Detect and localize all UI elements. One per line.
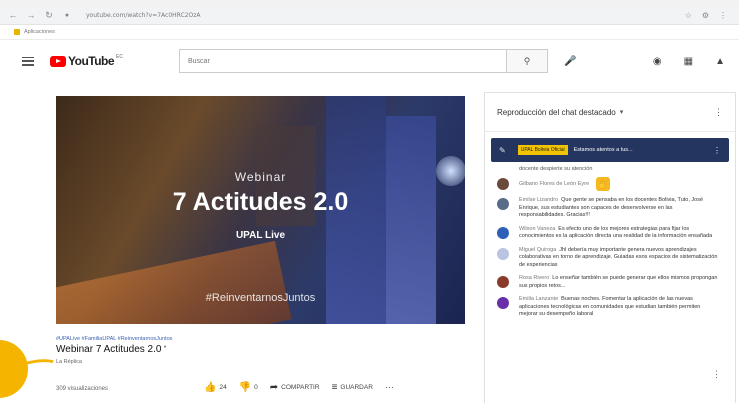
avatar (497, 178, 509, 190)
video-info: #UPALive #FamiliaUPAL #ReinventarnosJunt… (56, 336, 465, 365)
pinned-message[interactable]: ✎ UPAL Bolivia Oficial Estamos atentos a… (491, 138, 729, 162)
chat-continuation: docente despierte su atención (519, 166, 593, 172)
video-player[interactable]: Webinar 7 Actitudes 2.0 UPAL Live #Reinv… (56, 96, 465, 324)
thumb-down-icon: 👎 (238, 382, 252, 393)
like-count: 24 (219, 384, 227, 391)
save-button[interactable]: ≡ GUARDAR (332, 382, 373, 393)
video-overlay-hashtag: #ReinventarnosJuntos (205, 292, 316, 304)
video-hashtags[interactable]: #UPALive #FamiliaUPAL #ReinventarnosJunt… (56, 336, 465, 342)
dislike-button[interactable]: 👎 0 (239, 382, 258, 393)
chat-author[interactable]: Emilse Lizandro (519, 197, 558, 203)
video-title: Webinar 7 Actitudes 2.0 ● (56, 344, 465, 355)
video-overlay-title: 7 Actitudes 2.0 (172, 188, 349, 216)
pin-icon: ✎ (499, 145, 506, 155)
logo-text: YouTube (68, 54, 115, 68)
apps-bookmark-icon (14, 29, 20, 35)
chat-message-body: Emilia Lanzante Buenas noches. Fomentar l… (519, 296, 719, 319)
avatar (497, 297, 509, 309)
reload-icon[interactable]: ↻ (44, 10, 54, 21)
chat-message-body: Rosa Rivero Lo enseñar también se puede g… (519, 275, 719, 290)
chat-message[interactable]: Gilbano Flores de León Eyre ✋ (497, 177, 727, 191)
avatar (497, 247, 509, 260)
save-label: GUARDAR (340, 384, 373, 391)
browser-toolbar: ← → ↻ ● youtube.com/watch?v=7Ac0HRC2OzA … (0, 6, 739, 25)
forward-icon[interactable]: → (26, 10, 36, 20)
chat-message-body: Wilson Vaneza Es efecto uno de los mejore… (519, 226, 719, 241)
chat-items: Gilbano Flores de León Eyre ✋ Emilse Lizan… (497, 177, 727, 319)
youtube-header: YouTube EC ⚲ 🎤 ◉ ▦ ▲ (0, 40, 739, 82)
message-menu-icon[interactable]: ⋮ (712, 369, 721, 380)
chat-message[interactable]: Rosa Rivero Lo enseñar también se puede g… (497, 275, 727, 290)
view-count: 309 visualizaciones (56, 386, 109, 392)
chat-message-body: Miguel Quiroga Jhl debería muy importante… (519, 247, 719, 270)
video-actions: 👍 24 👎 0 ➦ COMPARTIR ≡ GUARDAR ⋯ (204, 382, 394, 393)
channel-name[interactable]: La Réplica (56, 359, 465, 365)
avatar (497, 198, 509, 210)
avatar (497, 226, 509, 239)
mic-icon[interactable]: 🎤 (564, 56, 576, 67)
live-chat-panel: Reproducción del chat destacado ▾ ⋮ ✎ UP… (484, 92, 736, 403)
chat-message[interactable]: Emilia Lanzante Buenas noches. Fomentar l… (497, 296, 727, 319)
back-icon[interactable]: ← (8, 10, 18, 20)
bookmarks-bar: Aplicaciones (0, 25, 739, 40)
chat-author[interactable]: Miguel Quiroga (519, 247, 556, 253)
notifications-icon[interactable]: ▲ (715, 56, 725, 67)
pinned-menu-icon[interactable]: ⋮ (713, 146, 721, 155)
video-title-sup: ● (163, 344, 167, 350)
search-button[interactable]: ⚲ (506, 50, 547, 72)
youtube-play-icon (50, 55, 66, 67)
browser-actions: ☆ ⚙ ⋮ (685, 11, 727, 20)
pinned-text: Estamos atentos a tus... (573, 147, 633, 153)
lock-icon: ● (64, 11, 70, 19)
search-icon: ⚲ (523, 55, 531, 66)
chat-message[interactable]: Emilse Lizandro Que gente se pensaba en l… (497, 197, 727, 220)
chat-message[interactable]: Miguel Quiroga Jhl debería muy importante… (497, 247, 727, 270)
header-actions: ◉ ▦ ▲ (653, 56, 725, 67)
chat-header-title[interactable]: Reproducción del chat destacado (497, 108, 616, 117)
chat-author[interactable]: Wilson Vaneza (519, 226, 555, 232)
chevron-down-icon[interactable]: ▾ (620, 108, 624, 116)
chat-message[interactable]: Wilson Vaneza Es efecto uno de los mejore… (497, 226, 727, 241)
address-bar[interactable]: youtube.com/watch?v=7Ac0HRC2OzA (86, 12, 201, 19)
like-button[interactable]: 👍 24 (204, 382, 227, 393)
chat-message-body: Gilbano Flores de León Eyre ✋ (519, 177, 719, 191)
chat-header: Reproducción del chat destacado ▾ ⋮ (485, 93, 735, 132)
search-box: ⚲ (179, 49, 548, 73)
create-icon[interactable]: ◉ (653, 56, 662, 67)
video-overlay-presenter: UPAL Live (235, 230, 286, 241)
chat-message-body: Emilse Lizandro Que gente se pensaba en l… (519, 197, 719, 220)
star-icon[interactable]: ☆ (685, 11, 692, 20)
share-icon: ➦ (269, 382, 279, 393)
chat-list: docente despierte su atención Gilbano Fl… (485, 162, 735, 319)
thumb-up-icon: 👍 (204, 382, 217, 393)
menu-icon[interactable] (22, 56, 34, 66)
pinned-author: UPAL Bolivia Oficial (517, 145, 568, 155)
chat-author[interactable]: Gilbano Flores de León Eyre (519, 181, 589, 187)
apps-icon[interactable]: ▦ (684, 56, 693, 67)
dislike-count: 0 (254, 384, 258, 391)
video-title-text: Webinar 7 Actitudes 2.0 (56, 344, 162, 355)
share-button[interactable]: ➦ COMPARTIR (270, 382, 320, 393)
save-icon: ≡ (331, 382, 338, 393)
chat-author[interactable]: Rosa Rivero (519, 275, 549, 281)
chat-menu-icon[interactable]: ⋮ (714, 107, 723, 118)
video-overlay-subtitle: Webinar (234, 170, 287, 184)
chat-author[interactable]: Emilia Lanzante (519, 296, 558, 302)
avatar (497, 276, 509, 288)
youtube-logo[interactable]: YouTube EC (50, 54, 123, 68)
bookmark-apps[interactable]: Aplicaciones (24, 29, 55, 35)
extensions-icon[interactable]: ⚙ (702, 11, 709, 20)
hand-emoji-icon: ✋ (596, 177, 611, 191)
browser-menu-icon[interactable]: ⋮ (719, 11, 727, 20)
share-label: COMPARTIR (281, 384, 320, 391)
more-icon[interactable]: ⋯ (385, 382, 394, 393)
search-input[interactable] (180, 49, 506, 73)
logo-country: EC (116, 54, 123, 60)
